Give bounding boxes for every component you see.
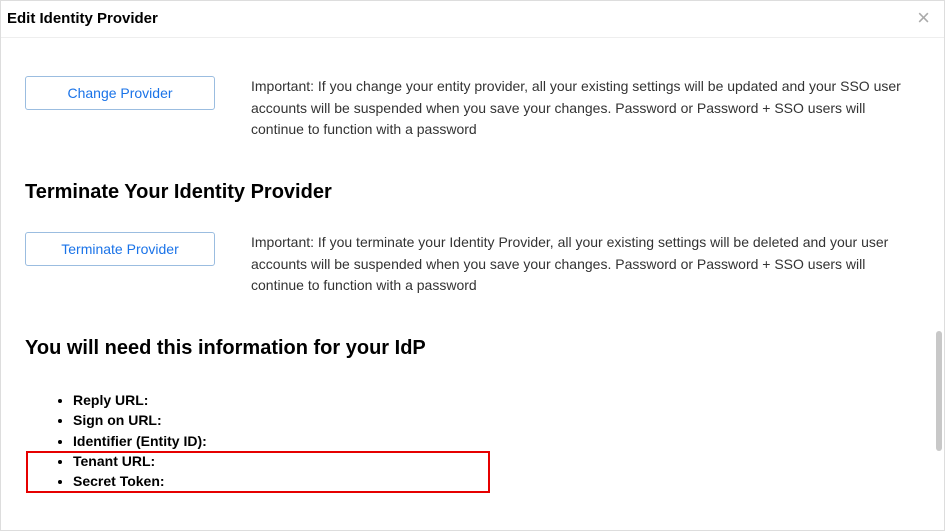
edit-idp-modal: Edit Identity Provider × Change Provider… — [0, 0, 945, 531]
terminate-provider-section: Terminate Provider Important: If you ter… — [25, 232, 920, 297]
modal-title: Edit Identity Provider — [7, 10, 158, 27]
scrollbar-thumb[interactable] — [936, 331, 942, 451]
change-provider-description: Important: If you change your entity pro… — [251, 76, 920, 141]
list-item-sign-on-url: Sign on URL: — [73, 410, 920, 430]
change-provider-section: Change Provider Important: If you change… — [25, 76, 920, 141]
idp-info-list: Reply URL: Sign on URL: Identifier (Enti… — [25, 390, 920, 491]
change-provider-button-label: Change Provider — [67, 85, 172, 101]
close-icon[interactable]: × — [913, 7, 934, 29]
list-item-reply-url: Reply URL: — [73, 390, 920, 410]
change-provider-button[interactable]: Change Provider — [25, 76, 215, 110]
list-item-identifier: Identifier (Entity ID): — [73, 431, 920, 451]
terminate-provider-button[interactable]: Terminate Provider — [25, 232, 215, 266]
terminate-provider-button-label: Terminate Provider — [61, 241, 179, 257]
idp-info-heading: You will need this information for your … — [25, 337, 920, 360]
terminate-provider-description: Important: If you terminate your Identit… — [251, 232, 920, 297]
list-item-tenant-url: Tenant URL: — [73, 451, 920, 471]
terminate-heading: Terminate Your Identity Provider — [25, 181, 920, 204]
modal-header: Edit Identity Provider × — [1, 1, 944, 38]
modal-content: Change Provider Important: If you change… — [1, 38, 944, 528]
list-item-secret-token: Secret Token: — [73, 471, 920, 491]
